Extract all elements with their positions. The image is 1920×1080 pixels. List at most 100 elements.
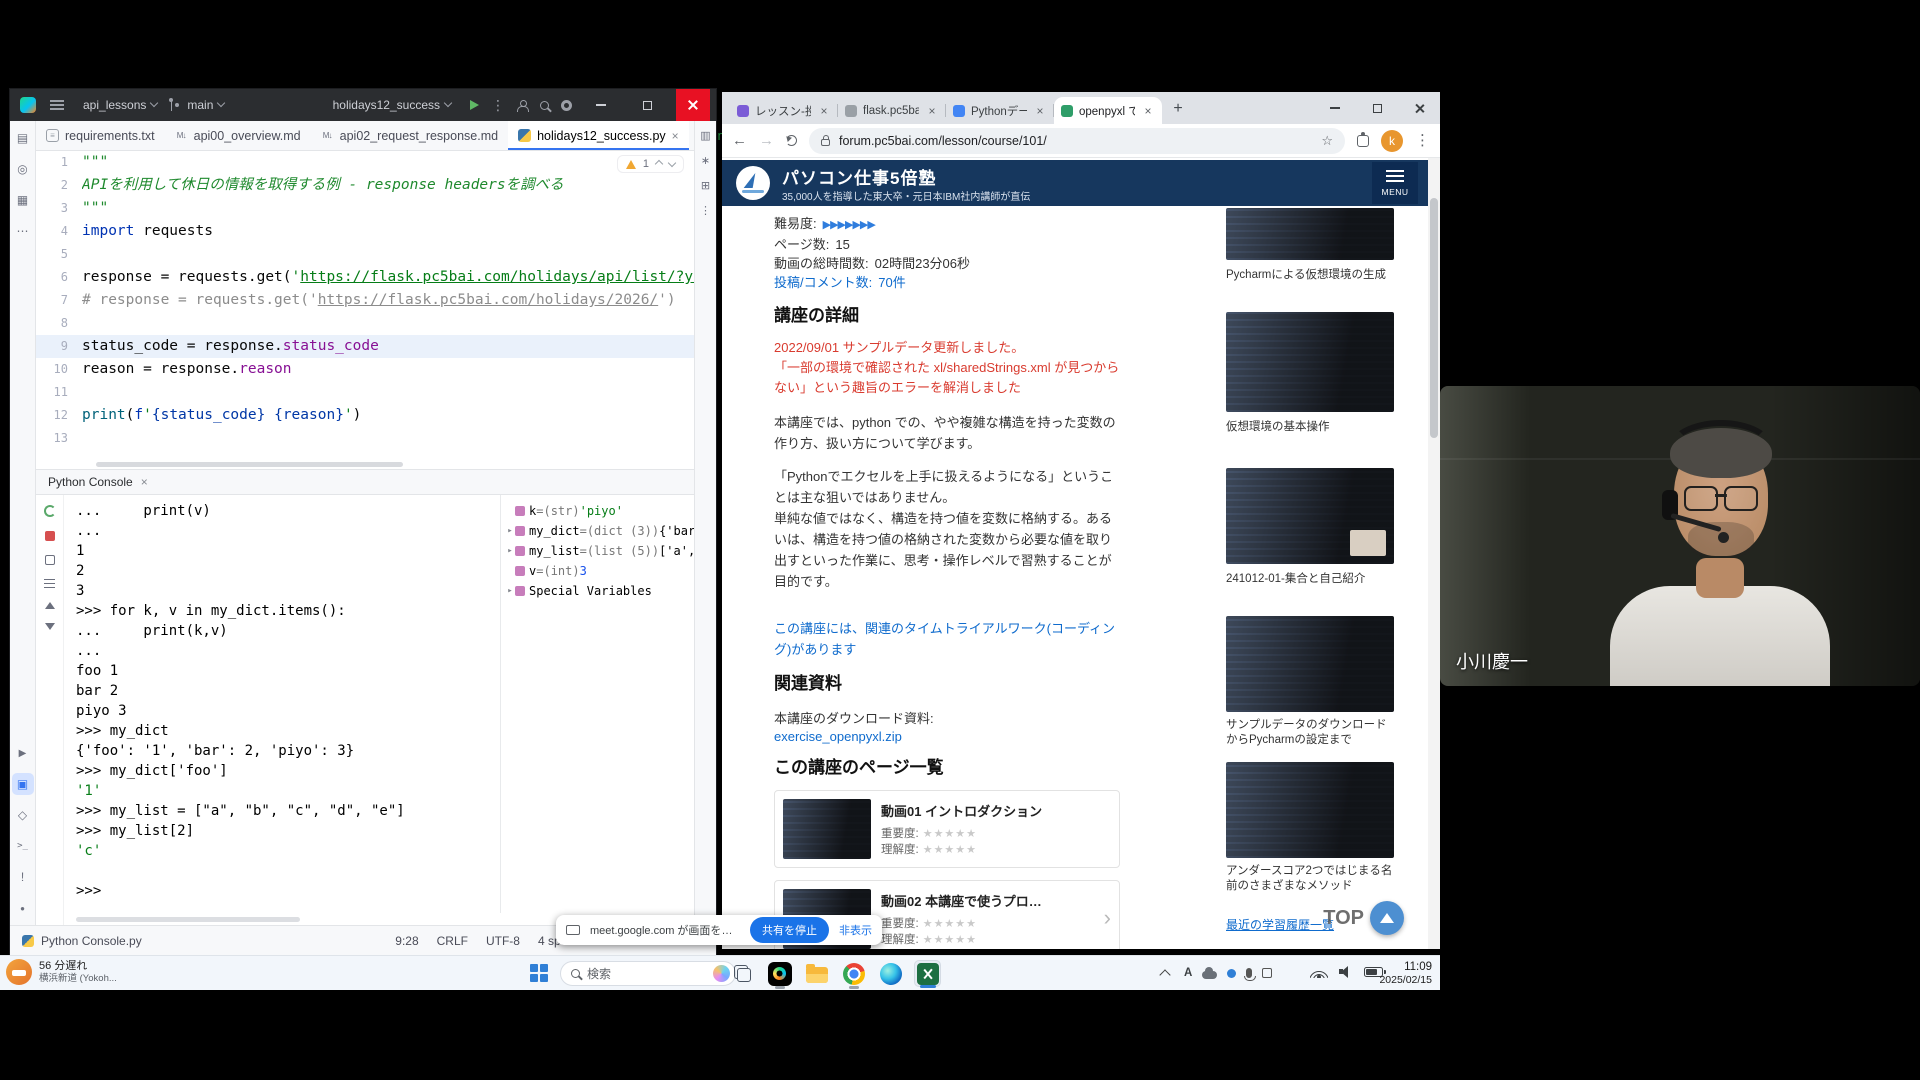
new-tab-button[interactable] bbox=[1166, 97, 1190, 121]
browser-tab-active[interactable]: openpyxl で学ぶ py bbox=[1054, 97, 1162, 124]
editor-tab[interactable]: api02_request_response.md bbox=[311, 121, 508, 150]
rerun-icon[interactable] bbox=[44, 505, 56, 517]
editor-tab[interactable]: requirements.txt bbox=[36, 121, 165, 150]
sidebar-video-caption[interactable]: 仮想環境の基本操作 bbox=[1226, 420, 1394, 435]
page-scrollbar[interactable] bbox=[1428, 158, 1440, 949]
back-button[interactable]: ← bbox=[732, 133, 747, 148]
back-to-top-button[interactable]: TOP bbox=[1323, 901, 1404, 935]
taskbar-clock[interactable]: 11:09 2025/02/15 bbox=[1368, 960, 1432, 987]
maximize-button[interactable] bbox=[630, 89, 664, 121]
special-variables-row[interactable]: ▸Special Variables bbox=[505, 581, 694, 601]
browser-tab[interactable]: flask.pc5bai.com/h bbox=[838, 97, 946, 124]
chrome-taskbar-button[interactable] bbox=[840, 960, 867, 987]
code-editor[interactable]: 1""" 2APIを利用して休日の情報を取得する例 - response hea… bbox=[36, 151, 694, 469]
sidebar-video-caption[interactable]: Pycharmによる仮想環境の生成 bbox=[1226, 268, 1394, 283]
timetrial-link[interactable]: この講座には、関連のタイムトライアルワーク(コーディング)があります bbox=[774, 618, 1120, 660]
profile-avatar[interactable]: k bbox=[1381, 130, 1403, 152]
user-icon[interactable] bbox=[517, 100, 528, 111]
more-icon[interactable] bbox=[700, 204, 711, 217]
onedrive-icon[interactable] bbox=[1202, 971, 1217, 979]
close-tab-icon[interactable] bbox=[817, 104, 831, 118]
hide-link[interactable]: 非表示 bbox=[839, 922, 872, 938]
python-console-tool-icon[interactable] bbox=[12, 773, 34, 795]
site-title[interactable]: パソコン仕事5倍塾 bbox=[782, 164, 936, 189]
copilot-icon[interactable] bbox=[713, 965, 730, 982]
minimize-button[interactable] bbox=[584, 89, 618, 121]
notifications-dot-icon[interactable] bbox=[12, 897, 34, 919]
sidebar-video-thumbnail[interactable] bbox=[1226, 616, 1394, 712]
services-tool-icon[interactable] bbox=[12, 804, 34, 826]
close-console-icon[interactable] bbox=[141, 475, 148, 489]
console-output[interactable]: ... print(v) ... 1 2 3 >>> for k, v in m… bbox=[64, 495, 500, 913]
editor-horizontal-scrollbar[interactable] bbox=[96, 462, 654, 467]
excel-taskbar-button[interactable] bbox=[914, 960, 941, 987]
database-icon[interactable] bbox=[701, 179, 710, 192]
sidebar-video-caption[interactable]: 241012-01-集合と自己紹介 bbox=[1226, 572, 1394, 587]
run-button[interactable] bbox=[470, 100, 479, 110]
sidebar-video-thumbnail[interactable] bbox=[1226, 468, 1394, 564]
task-view-button[interactable] bbox=[729, 960, 756, 987]
statusbar-file[interactable]: Python Console.py bbox=[41, 934, 142, 948]
video-list-item[interactable]: 動画01 イントロダクション 重要度:★★★★★ 理解度:★★★★★ bbox=[774, 790, 1120, 868]
widgets-button[interactable]: 56 分遅れ 横浜新道 (Yokoh... bbox=[6, 959, 117, 985]
commit-tool-icon[interactable] bbox=[12, 158, 34, 180]
address-bar[interactable]: forum.pc5bai.com/lesson/course/101/ bbox=[809, 128, 1345, 154]
sidebar-video-caption[interactable]: アンダースコア2つではじまる名前のさまざまなメソッド bbox=[1226, 864, 1394, 894]
edge-taskbar-button[interactable] bbox=[877, 960, 904, 987]
bookmark-star-icon[interactable] bbox=[1321, 133, 1333, 149]
console-prompt[interactable]: >>> bbox=[76, 881, 500, 901]
main-menu-icon[interactable] bbox=[50, 100, 64, 110]
minimize-button[interactable] bbox=[1314, 92, 1356, 124]
console-horizontal-scrollbar[interactable] bbox=[76, 917, 396, 922]
browser-tab[interactable]: レッスン-投稿一覧 bbox=[730, 97, 838, 124]
close-tab-icon[interactable] bbox=[1141, 104, 1155, 118]
lock-icon[interactable] bbox=[821, 139, 830, 146]
branch-widget[interactable]: main bbox=[164, 94, 231, 116]
run-tool-icon[interactable] bbox=[12, 742, 34, 764]
scroll-up-icon[interactable] bbox=[45, 602, 55, 609]
tray-overflow-chevron[interactable] bbox=[1160, 968, 1170, 978]
file-explorer-button[interactable] bbox=[803, 960, 830, 987]
extensions-icon[interactable] bbox=[1357, 135, 1369, 147]
sidebar-video-caption[interactable]: サンプルデータのダウンロードからPycharmの設定まで bbox=[1226, 718, 1394, 748]
next-problem-icon[interactable] bbox=[668, 158, 676, 166]
console-tab-header[interactable]: Python Console bbox=[36, 469, 694, 495]
microphone-icon[interactable] bbox=[1246, 968, 1252, 978]
inspections-widget[interactable]: 1 bbox=[617, 155, 684, 173]
line-separator[interactable]: CRLF bbox=[437, 934, 468, 948]
prev-problem-icon[interactable] bbox=[655, 160, 663, 168]
variable-row[interactable]: k = (str) 'piyo' bbox=[505, 501, 694, 521]
meta-comments-link[interactable]: 投稿/コメント数:70件 bbox=[774, 273, 1120, 292]
video-title[interactable]: 動画02 本講座で使うプロ… bbox=[881, 891, 1042, 910]
forward-button[interactable]: → bbox=[759, 133, 774, 148]
video-thumbnail[interactable] bbox=[783, 799, 871, 859]
more-actions-icon[interactable] bbox=[491, 97, 505, 114]
ime-indicator[interactable]: A bbox=[1184, 967, 1192, 979]
scroll-down-icon[interactable] bbox=[45, 623, 55, 630]
pycharm-taskbar-button[interactable] bbox=[766, 960, 793, 987]
close-button[interactable] bbox=[676, 89, 710, 121]
close-button[interactable] bbox=[1398, 92, 1440, 124]
download-link[interactable]: exercise_openpyxl.zip bbox=[774, 729, 1120, 744]
notifications-icon[interactable] bbox=[700, 129, 710, 142]
sidebar-video-thumbnail[interactable] bbox=[1226, 312, 1394, 412]
stop-icon[interactable] bbox=[45, 531, 55, 541]
sidebar-video-thumbnail[interactable] bbox=[1226, 208, 1394, 260]
editor-tab[interactable]: api00_overview.md bbox=[165, 121, 311, 150]
close-tab-icon[interactable] bbox=[672, 129, 679, 143]
attach-icon[interactable] bbox=[45, 555, 55, 565]
terminal-tool-icon[interactable] bbox=[12, 835, 34, 857]
ai-assistant-icon[interactable] bbox=[701, 154, 710, 167]
site-logo[interactable] bbox=[736, 166, 770, 200]
search-box[interactable]: 検索 bbox=[560, 961, 736, 986]
project-tool-icon[interactable] bbox=[12, 127, 34, 149]
settings-gear-icon[interactable] bbox=[561, 100, 572, 111]
stop-sharing-button[interactable]: 共有を停止 bbox=[750, 917, 829, 943]
scrollbar-thumb[interactable] bbox=[1430, 198, 1438, 438]
search-everywhere-icon[interactable] bbox=[540, 101, 549, 110]
variable-row[interactable]: ▸my_dict = (dict (3)) {'bar': 2, 'foo': … bbox=[505, 521, 694, 541]
browser-menu-icon[interactable] bbox=[1415, 131, 1430, 150]
close-tab-icon[interactable] bbox=[1033, 104, 1047, 118]
variable-row[interactable]: ▸my_list = (list (5)) ['a', 'b', 'c', 'd… bbox=[505, 541, 694, 561]
caret-position[interactable]: 9:28 bbox=[395, 934, 418, 948]
